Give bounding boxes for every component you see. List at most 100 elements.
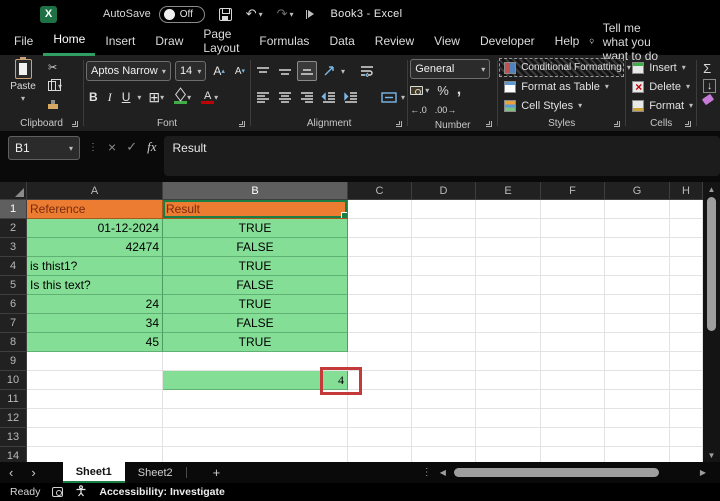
fill-button[interactable]: ↓ [703, 79, 717, 93]
percent-style-button[interactable]: % [437, 83, 449, 98]
scroll-left-icon[interactable]: ◀ [440, 468, 446, 477]
col-header-E[interactable]: E [476, 182, 541, 200]
cell-A4[interactable]: is thist1? [27, 257, 163, 276]
copy-button[interactable]: ▾ [48, 79, 62, 93]
cell-F13[interactable] [541, 428, 605, 447]
cell-B4[interactable]: TRUE [163, 257, 348, 276]
cell-A3[interactable]: 42474 [27, 238, 163, 257]
cell-B2[interactable]: TRUE [163, 219, 348, 238]
dialog-launcher-icon[interactable] [72, 121, 79, 127]
cell-D12[interactable] [412, 409, 476, 428]
format-painter-button[interactable] [48, 98, 62, 111]
insert-cells-button[interactable]: Insert ▾ [628, 59, 694, 76]
row-header-8[interactable]: 8 [0, 333, 27, 352]
row-header-13[interactable]: 13 [0, 428, 27, 447]
paste-button[interactable]: Paste ▾ [2, 57, 44, 115]
row-header-1[interactable]: 1 [0, 200, 27, 219]
dialog-launcher-icon[interactable] [685, 121, 692, 127]
vertical-scroll-thumb[interactable] [707, 197, 716, 331]
row-header-11[interactable]: 11 [0, 390, 27, 409]
number-format-combo[interactable]: General ▾ [410, 59, 491, 79]
cell-A14[interactable] [27, 447, 163, 462]
cell-H3[interactable] [670, 238, 703, 257]
redo-button[interactable]: ↷ ▾ [277, 6, 294, 22]
row-header-3[interactable]: 3 [0, 238, 27, 257]
cell-F2[interactable] [541, 219, 605, 238]
cell-D4[interactable] [412, 257, 476, 276]
cell-A8[interactable]: 45 [27, 333, 163, 352]
drag-handle-icon[interactable]: ⋮ [422, 467, 432, 478]
font-size-combo[interactable]: 14 ▾ [174, 61, 207, 81]
increase-decimal-button[interactable]: ←.0 [410, 105, 427, 115]
cell-G11[interactable] [605, 390, 670, 409]
shrink-font-button[interactable]: A ▾ [232, 61, 248, 81]
cell-B1-active[interactable]: Result [163, 200, 348, 219]
horizontal-scrollbar[interactable] [453, 468, 692, 477]
col-header-A[interactable]: A [27, 182, 163, 200]
cell-C14[interactable] [348, 447, 412, 462]
align-top-button[interactable] [253, 61, 273, 81]
borders-button[interactable]: ⊞ ▾ [145, 87, 167, 107]
cell-C5[interactable] [348, 276, 412, 295]
cell-A6[interactable]: 24 [27, 295, 163, 314]
cell-F3[interactable] [541, 238, 605, 257]
cell-H11[interactable] [670, 390, 703, 409]
cell-E2[interactable] [476, 219, 541, 238]
tab-file[interactable]: File [4, 29, 43, 55]
cell-A1[interactable]: Reference [27, 200, 163, 219]
cell-D6[interactable] [412, 295, 476, 314]
cell-B7[interactable]: FALSE [163, 314, 348, 333]
cell-H8[interactable] [670, 333, 703, 352]
formula-input[interactable]: Result [164, 136, 720, 176]
grow-font-button[interactable]: A ▴ [210, 61, 228, 81]
format-as-table-button[interactable]: Format as Table ▾ [500, 78, 623, 95]
cell-C1[interactable] [348, 200, 412, 219]
merge-center-button[interactable] [379, 87, 399, 107]
cell-C9[interactable] [348, 352, 412, 371]
tab-insert[interactable]: Insert [95, 29, 145, 55]
cell-B13[interactable] [163, 428, 348, 447]
cell-D10[interactable] [412, 371, 476, 390]
tab-draw[interactable]: Draw [145, 29, 193, 55]
cancel-button[interactable]: × [108, 139, 116, 155]
insert-function-button[interactable]: fx [147, 139, 156, 155]
cell-H6[interactable] [670, 295, 703, 314]
cell-C12[interactable] [348, 409, 412, 428]
align-center-button[interactable] [275, 87, 295, 107]
cell-G9[interactable] [605, 352, 670, 371]
cell-H4[interactable] [670, 257, 703, 276]
cell-H12[interactable] [670, 409, 703, 428]
cell-G10[interactable] [605, 371, 670, 390]
italic-button[interactable]: I [105, 87, 115, 107]
cell-F8[interactable] [541, 333, 605, 352]
tab-sheet1[interactable]: Sheet1 [62, 462, 125, 483]
comma-style-button[interactable]: , [457, 81, 461, 99]
tab-home[interactable]: Home [43, 27, 96, 56]
orientation-button[interactable] [319, 61, 339, 81]
cell-D8[interactable] [412, 333, 476, 352]
cell-C13[interactable] [348, 428, 412, 447]
select-all-button[interactable] [0, 182, 27, 200]
font-color-button[interactable]: A ▾ [198, 87, 221, 107]
decrease-indent-button[interactable] [319, 87, 339, 107]
row-header-2[interactable]: 2 [0, 219, 27, 238]
cell-G3[interactable] [605, 238, 670, 257]
underline-button[interactable]: U [119, 87, 134, 107]
tab-view[interactable]: View [424, 29, 470, 55]
cell-G1[interactable] [605, 200, 670, 219]
cell-B10[interactable]: 4 [163, 371, 348, 390]
tab-formulas[interactable]: Formulas [249, 29, 319, 55]
customize-quick-access-icon[interactable] [305, 9, 315, 19]
cell-C10[interactable] [348, 371, 412, 390]
cell-G2[interactable] [605, 219, 670, 238]
accessibility-icon[interactable] [75, 484, 87, 500]
cell-A12[interactable] [27, 409, 163, 428]
scroll-down-icon[interactable]: ▼ [708, 451, 716, 460]
cell-F14[interactable] [541, 447, 605, 462]
scroll-up-icon[interactable]: ▲ [708, 185, 716, 194]
align-bottom-button[interactable] [297, 61, 318, 81]
cell-D14[interactable] [412, 447, 476, 462]
cell-C3[interactable] [348, 238, 412, 257]
cell-B6[interactable]: TRUE [163, 295, 348, 314]
cell-D11[interactable] [412, 390, 476, 409]
